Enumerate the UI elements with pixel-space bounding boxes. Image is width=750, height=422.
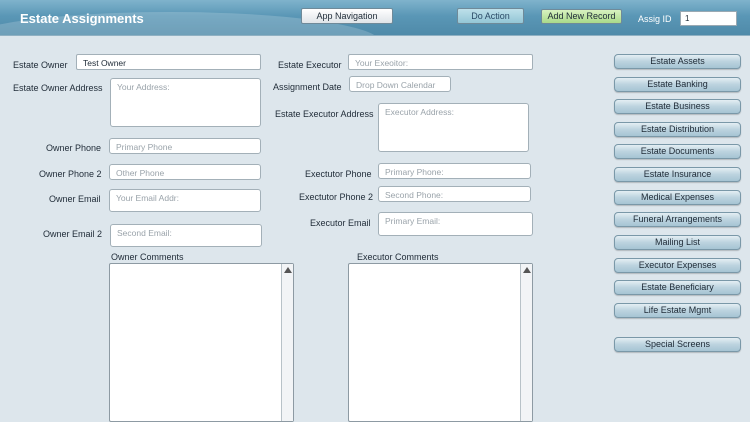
sidebar-item-estate-banking[interactable]: Estate Banking — [614, 77, 741, 92]
owner-email-input[interactable]: Your Email Addr: — [109, 189, 261, 212]
executor-comments-textarea[interactable] — [348, 263, 533, 422]
owner-phone2-label: Owner Phone 2 — [39, 169, 102, 179]
estate-owner-label: Estate Owner — [13, 60, 68, 70]
assig-id-field[interactable]: 1 — [680, 11, 737, 26]
owner-address-input[interactable]: Your Address: — [110, 78, 261, 127]
executor-email-input[interactable]: Primary Email: — [378, 212, 533, 236]
owner-phone-label: Owner Phone — [46, 143, 102, 153]
sidebar-item-estate-insurance[interactable]: Estate Insurance — [614, 167, 741, 182]
estate-executor-address-label: Estate Executor Address — [275, 109, 374, 119]
app-navigation-button[interactable]: App Navigation — [301, 8, 393, 24]
owner-phone2-input[interactable]: Other Phone — [109, 164, 261, 180]
sidebar-item-funeral-arrangements[interactable]: Funeral Arrangements — [614, 212, 741, 227]
sidebar-item-estate-beneficiary[interactable]: Estate Beneficiary — [614, 280, 741, 295]
sidebar-item-mailing-list[interactable]: Mailing List — [614, 235, 741, 250]
header-bar: Estate Assignments App Navigation Do Act… — [0, 0, 750, 36]
estate-owner-input[interactable]: Test Owner — [76, 54, 261, 70]
sidebar-item-executor-expenses[interactable]: Executor Expenses — [614, 258, 741, 273]
special-screens-button[interactable]: Special Screens — [614, 337, 741, 352]
estate-executor-input[interactable]: Your Exeoitor: — [348, 54, 533, 70]
owner-comments-scrollbar[interactable] — [281, 264, 293, 421]
executor-comments-scrollbar[interactable] — [520, 264, 532, 421]
scroll-up-icon[interactable] — [284, 267, 292, 273]
estate-executor-label: Estate Executor — [278, 60, 342, 70]
sidebar-item-estate-distribution[interactable]: Estate Distribution — [614, 122, 741, 137]
add-new-record-button[interactable]: Add New Record — [541, 9, 622, 24]
sidebar-item-estate-business[interactable]: Estate Business — [614, 99, 741, 114]
do-action-button[interactable]: Do Action — [457, 8, 524, 24]
sidebar-item-medical-expenses[interactable]: Medical Expenses — [614, 190, 741, 205]
executor-phone-label: Exectutor Phone — [305, 169, 372, 179]
owner-email2-input[interactable]: Second Email: — [110, 224, 262, 247]
owner-comments-textarea[interactable] — [109, 263, 294, 422]
assignment-date-label: Assignment Date — [273, 82, 342, 92]
page-title: Estate Assignments — [20, 11, 144, 26]
owner-comments-label: Owner Comments — [111, 252, 184, 262]
sidebar-item-estate-documents[interactable]: Estate Documents — [614, 144, 741, 159]
executor-phone2-label: Exectutor Phone 2 — [299, 192, 374, 202]
owner-email-label: Owner Email — [49, 194, 101, 204]
executor-phone-input[interactable]: Primary Phone: — [378, 163, 531, 179]
executor-phone2-input[interactable]: Second Phone: — [378, 186, 531, 202]
scroll-up-icon[interactable] — [523, 267, 531, 273]
estate-owner-address-label: Estate Owner Address — [13, 83, 103, 93]
sidebar-item-estate-assets[interactable]: Estate Assets — [614, 54, 741, 69]
owner-phone-input[interactable]: Primary Phone — [109, 138, 261, 154]
executor-comments-label: Executor Comments — [357, 252, 439, 262]
assig-id-label: Assig ID — [638, 14, 672, 24]
sidebar-item-life-estate-mgmt[interactable]: Life Estate Mgmt — [614, 303, 741, 318]
owner-email2-label: Owner Email 2 — [43, 229, 103, 239]
assignment-date-picker[interactable]: Drop Down Calendar — [349, 76, 451, 92]
executor-address-input[interactable]: Executor Address: — [378, 103, 529, 152]
executor-email-label: Executor Email — [310, 218, 371, 228]
